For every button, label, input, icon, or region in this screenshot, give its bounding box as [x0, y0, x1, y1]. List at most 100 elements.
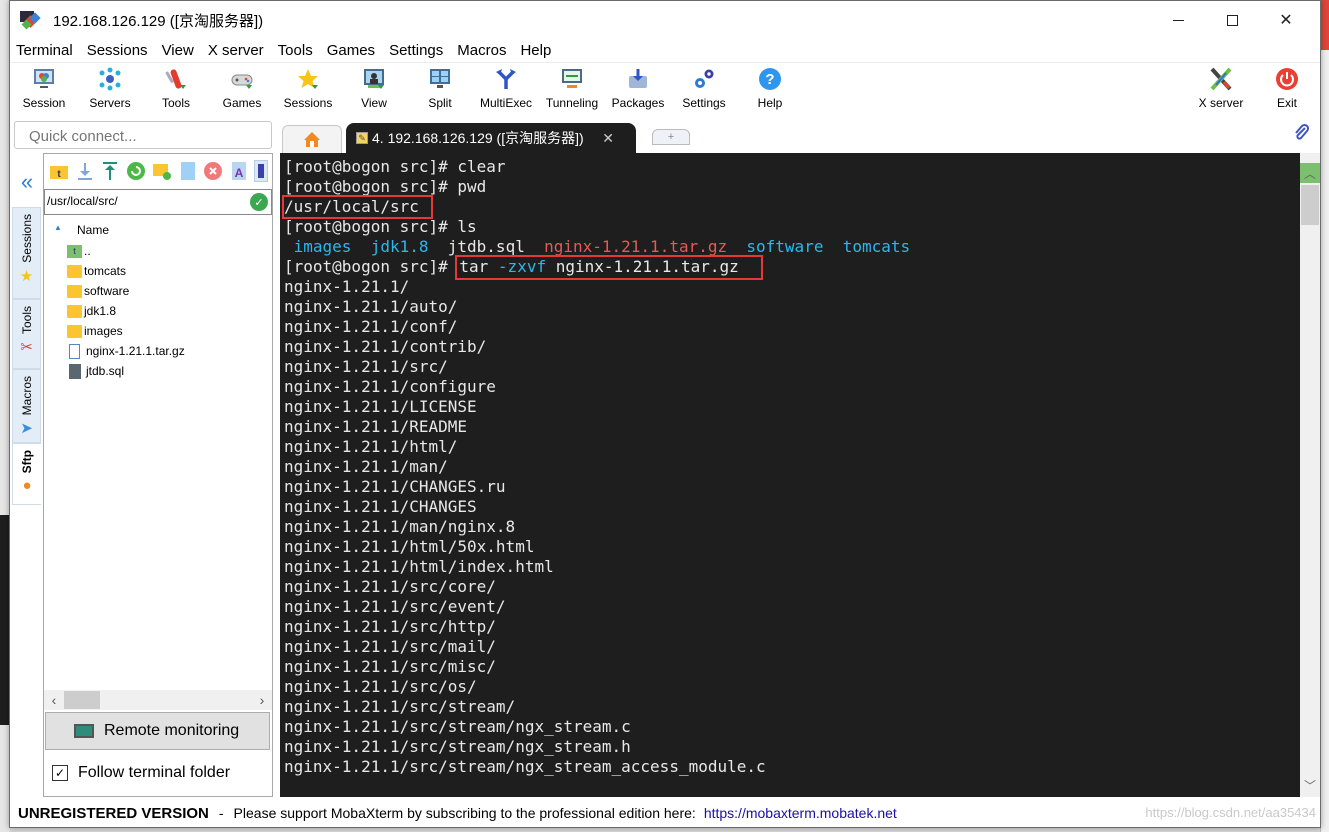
file-row-nginx-archive[interactable]: nginx-1.21.1.tar.gz: [44, 341, 272, 361]
column-name-header[interactable]: Name: [77, 223, 109, 237]
terminal-line: nginx-1.21.1/html/index.html: [284, 557, 554, 576]
terminal-line: nginx-1.21.1/html/50x.html: [284, 537, 535, 556]
path-confirm-icon[interactable]: ✓: [250, 193, 268, 211]
toolbar-multiexec-button[interactable]: MultiExec: [473, 66, 539, 116]
toolbar-exit-button[interactable]: Exit: [1254, 66, 1320, 116]
folder-icon: [67, 324, 82, 338]
follow-terminal-folder-option[interactable]: ✓ Follow terminal folder: [52, 764, 230, 782]
new-folder-button[interactable]: [151, 160, 173, 182]
terminal-output[interactable]: [root@bogon src]# clear [root@bogon src]…: [280, 153, 1300, 797]
file-row-software[interactable]: software: [44, 281, 272, 301]
terminal-vertical-scrollbar[interactable]: ︿ ﹀: [1300, 153, 1320, 797]
side-tab-macros[interactable]: Macros ➤: [12, 369, 41, 443]
close-button[interactable]: ✕: [1263, 1, 1309, 39]
menu-x-server[interactable]: X server: [202, 42, 272, 59]
file-row-parent[interactable]: t..: [44, 241, 272, 261]
follow-terminal-folder-checkbox[interactable]: ✓: [52, 765, 68, 781]
highlight-box-tar-command: tar -zxvf nginx-1.21.1.tar.gz: [455, 255, 763, 280]
sftp-panel: t A /usr/local/src/ ✓ ▲ Name t.. tomcats…: [43, 153, 273, 797]
folder-icon: [67, 284, 82, 298]
toolbar-packages-button[interactable]: Packages: [605, 66, 671, 116]
scroll-up-icon[interactable]: ︿: [1300, 163, 1320, 183]
delete-icon: [204, 162, 223, 180]
collapse-sidebar-icon[interactable]: «: [16, 169, 38, 195]
toolbar-view-button[interactable]: View: [341, 66, 407, 116]
split-icon: [427, 66, 453, 92]
terminal-line: nginx-1.21.1/src/stream/ngx_stream.c: [284, 717, 631, 736]
terminal-line: [root@bogon src]# pwd: [284, 177, 487, 196]
tools-knife-icon: ✂: [20, 339, 33, 357]
sort-ascending-icon[interactable]: ▲: [54, 223, 62, 232]
toolbar-servers-button[interactable]: Servers: [77, 66, 143, 116]
main-toolbar: Session Servers Tools Games Sessions Vie…: [10, 64, 1320, 118]
terminal-line: nginx-1.21.1/man/: [284, 457, 448, 476]
side-tab-sessions[interactable]: Sessions ★: [12, 207, 41, 299]
mobatek-link[interactable]: https://mobaxterm.mobatek.net: [704, 805, 897, 821]
delete-button[interactable]: [203, 160, 225, 182]
remote-path-input[interactable]: /usr/local/src/ ✓: [44, 189, 272, 215]
refresh-button[interactable]: [125, 160, 147, 182]
menu-macros[interactable]: Macros: [451, 42, 514, 59]
upload-button[interactable]: [100, 160, 122, 182]
file-row-tomcats[interactable]: tomcats: [44, 261, 272, 281]
terminal-line: nginx-1.21.1/CHANGES: [284, 497, 477, 516]
terminal-line: nginx-1.21.1/src/os/: [284, 677, 477, 696]
toolbar-xserver-button[interactable]: X server: [1188, 66, 1254, 116]
folder-icon: [67, 304, 82, 318]
menu-tools[interactable]: Tools: [272, 42, 321, 59]
download-button[interactable]: [74, 160, 96, 182]
multiexec-icon: [493, 66, 519, 92]
background-window-right: [1320, 0, 1329, 832]
menu-settings[interactable]: Settings: [383, 42, 451, 59]
toolbar-split-button[interactable]: Split: [407, 66, 473, 116]
toolbar-tunneling-button[interactable]: Tunneling: [539, 66, 605, 116]
tar-output-lines: nginx-1.21.1/nginx-1.21.1/auto/nginx-1.2…: [284, 277, 1300, 777]
file-row-jtdb-sql[interactable]: jtdb.sql: [44, 361, 272, 381]
menu-help[interactable]: Help: [514, 42, 559, 59]
menu-games[interactable]: Games: [321, 42, 383, 59]
scroll-thumb[interactable]: [64, 691, 100, 709]
session-tab[interactable]: ✎ 4. 192.168.126.129 ([京淘服务器]) ✕: [346, 123, 636, 153]
paperclip-icon[interactable]: [1292, 123, 1310, 146]
ls-entry: jtdb.sql: [447, 237, 525, 256]
new-tab-button[interactable]: +: [652, 129, 690, 145]
toolbar-sessions-button[interactable]: Sessions: [275, 66, 341, 116]
rename-button[interactable]: A: [228, 160, 250, 182]
side-tab-sftp[interactable]: Sftp ●: [12, 443, 41, 505]
maximize-button[interactable]: [1209, 1, 1255, 39]
toolbar-tools-button[interactable]: Tools: [143, 66, 209, 116]
toolbar-help-button[interactable]: ? Help: [737, 66, 803, 116]
horizontal-scrollbar[interactable]: ‹ ›: [44, 690, 272, 710]
remote-monitoring-button[interactable]: Remote monitoring: [45, 712, 270, 750]
side-tab-tools[interactable]: Tools ✂: [12, 299, 41, 369]
toolbar-games-button[interactable]: Games: [209, 66, 275, 116]
scroll-left-icon[interactable]: ‹: [44, 692, 64, 708]
scroll-down-icon[interactable]: ﹀: [1300, 777, 1320, 797]
mobaxterm-logo-icon: [20, 11, 41, 30]
terminal-line: nginx-1.21.1/src/http/: [284, 617, 496, 636]
close-tab-icon[interactable]: ✕: [602, 130, 614, 147]
minimize-icon: [1172, 19, 1184, 21]
more-tools-button[interactable]: [254, 160, 268, 182]
menu-view[interactable]: View: [156, 42, 202, 59]
scroll-right-icon[interactable]: ›: [252, 692, 272, 708]
toolbar-settings-button[interactable]: Settings: [671, 66, 737, 116]
quick-connect-input[interactable]: [14, 121, 272, 149]
home-tab[interactable]: [282, 125, 342, 153]
toolbar-multiexec-label: MultiExec: [479, 96, 532, 110]
help-icon: ?: [757, 66, 783, 92]
parent-folder-button[interactable]: t: [48, 160, 70, 182]
menu-terminal[interactable]: Terminal: [10, 42, 81, 59]
properties-icon: [258, 164, 265, 178]
menu-sessions[interactable]: Sessions: [81, 42, 156, 59]
minimize-button[interactable]: [1155, 1, 1201, 39]
file-row-jdk[interactable]: jdk1.8: [44, 301, 272, 321]
scroll-thumb[interactable]: [1301, 185, 1319, 225]
terminal-line: nginx-1.21.1/man/nginx.8: [284, 517, 516, 536]
file-name: jtdb.sql: [86, 364, 125, 378]
file-name: tomcats: [84, 264, 127, 278]
file-row-images[interactable]: images: [44, 321, 272, 341]
toolbar-session-button[interactable]: Session: [11, 66, 77, 116]
file-list: t.. tomcats software jdk1.8 images nginx…: [44, 241, 272, 381]
new-file-button[interactable]: [177, 160, 199, 182]
